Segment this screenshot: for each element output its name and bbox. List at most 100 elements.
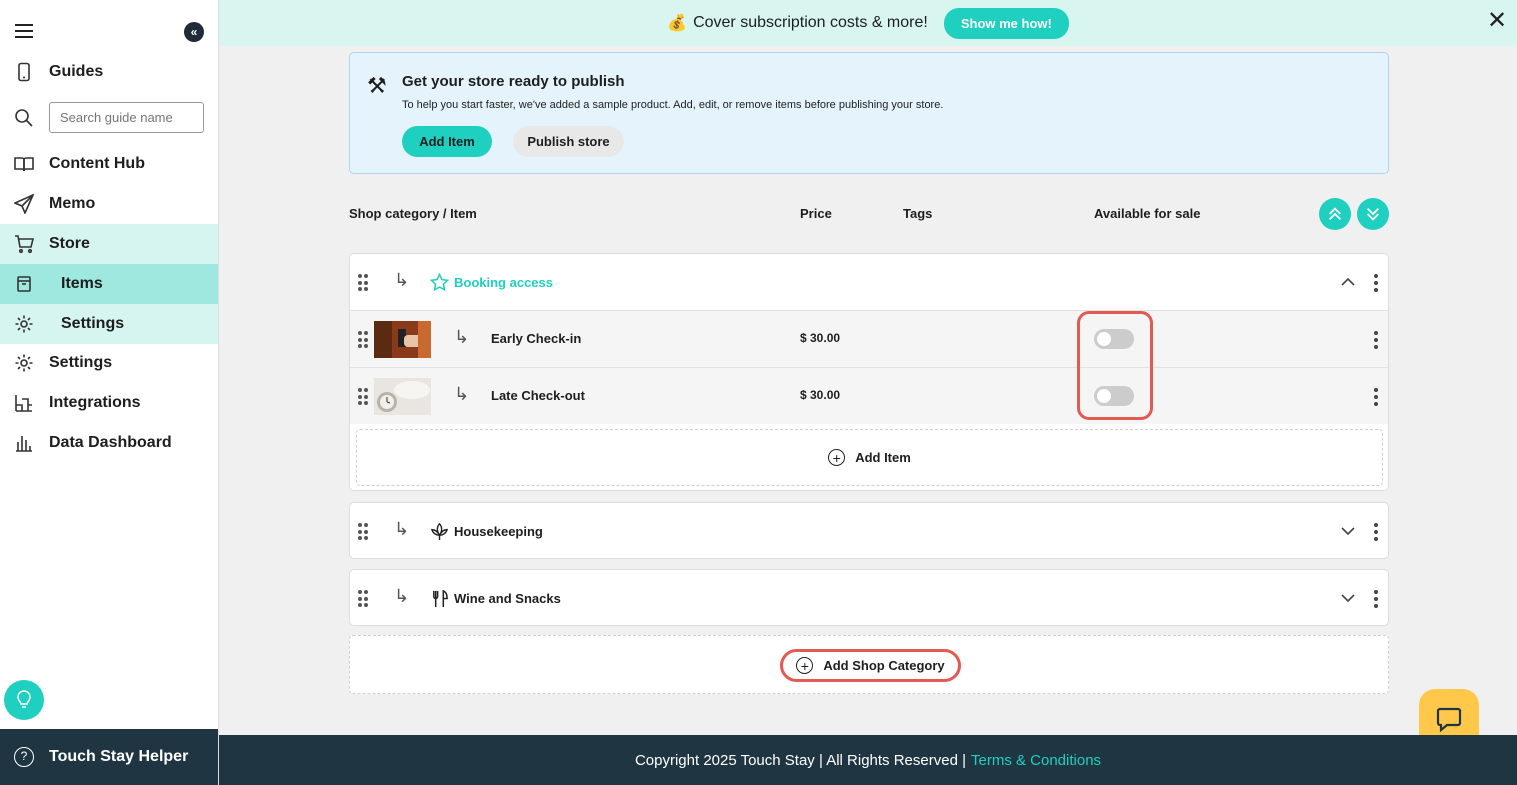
- drag-handle-icon[interactable]: [358, 523, 368, 541]
- gear-icon: [14, 314, 34, 334]
- plus-circle-icon: +: [796, 657, 814, 674]
- expand-all-button[interactable]: [1357, 198, 1389, 230]
- sidebar-item-settings[interactable]: Settings: [0, 343, 218, 383]
- lightbulb-button[interactable]: [4, 680, 44, 720]
- item-price: $ 30.00: [800, 331, 841, 345]
- sidebar-item-label: Settings: [61, 315, 125, 332]
- grid-icon: [14, 393, 34, 413]
- sidebar-item-guides[interactable]: Guides: [0, 52, 218, 92]
- collapse-all-button[interactable]: [1319, 198, 1351, 230]
- banner-text: Cover subscription costs & more!: [693, 14, 928, 31]
- item-thumbnail: [374, 378, 431, 415]
- column-header-category: Shop category / Item: [349, 206, 477, 221]
- show-me-how-button[interactable]: Show me how!: [943, 7, 1069, 39]
- chat-bubble-icon: [1436, 707, 1462, 733]
- sidebar-item-label: Settings: [49, 354, 113, 371]
- tools-icon: ⚒: [367, 73, 387, 98]
- drag-handle-icon[interactable]: [358, 388, 368, 406]
- more-options-icon[interactable]: [1374, 590, 1378, 608]
- chevron-down-icon[interactable]: [1340, 590, 1356, 606]
- add-category-label: Add Shop Category: [823, 658, 945, 673]
- category-name[interactable]: Housekeeping: [454, 524, 543, 539]
- double-chevron-down-icon: [1366, 207, 1380, 221]
- drag-handle-icon[interactable]: [358, 590, 368, 608]
- item-thumbnail: [374, 321, 431, 358]
- table-row: ↳ Late Check-out $ 30.00: [350, 367, 1388, 424]
- subdirectory-arrow-icon: ↳: [454, 384, 470, 404]
- terms-link[interactable]: Terms & Conditions: [971, 752, 1101, 769]
- sidebar-item-memo[interactable]: Memo: [0, 184, 218, 224]
- column-header-tags: Tags: [903, 206, 933, 221]
- book-icon: [14, 154, 34, 174]
- subdirectory-arrow-icon: ↳: [394, 519, 410, 539]
- plus-circle-icon: +: [828, 449, 846, 466]
- add-shop-category-button[interactable]: + Add Shop Category: [780, 649, 961, 682]
- drag-handle-icon[interactable]: [358, 331, 368, 349]
- add-item-row-button[interactable]: + Add Item: [356, 429, 1383, 486]
- publish-info-box: ⚒ Get your store ready to publish To hel…: [349, 52, 1389, 174]
- phone-icon: [14, 62, 34, 82]
- search-guide-input[interactable]: [49, 102, 204, 133]
- hamburger-menu-icon[interactable]: [15, 24, 33, 38]
- footer: Copyright 2025 Touch Stay | All Rights R…: [219, 735, 1517, 785]
- add-shop-category-row: + Add Shop Category: [349, 635, 1389, 694]
- table-row: ↳ Early Check-in $ 30.00: [350, 310, 1388, 367]
- help-icon: ?: [14, 747, 34, 767]
- sidebar-item-label: Integrations: [49, 394, 141, 411]
- star-icon: [430, 273, 449, 292]
- lotus-icon: [430, 522, 449, 541]
- cart-icon: [14, 234, 34, 254]
- sidebar-item-label: Memo: [49, 195, 96, 212]
- sidebar-item-content-hub[interactable]: Content Hub: [0, 144, 218, 184]
- column-header-available: Available for sale: [1094, 206, 1201, 221]
- subdirectory-arrow-icon: ↳: [454, 327, 470, 347]
- item-name[interactable]: Early Check-in: [491, 331, 581, 346]
- archive-icon: [14, 274, 34, 294]
- category-card: ↳ Wine and Snacks: [349, 569, 1389, 626]
- subdirectory-arrow-icon: ↳: [394, 586, 410, 606]
- sidebar-item-label: Store: [49, 235, 90, 252]
- more-options-icon[interactable]: [1374, 523, 1378, 541]
- info-description: To help you start faster, we've added a …: [402, 99, 944, 111]
- more-options-icon[interactable]: [1374, 331, 1378, 349]
- more-options-icon[interactable]: [1374, 388, 1378, 406]
- sidebar: « Guides Content Hub Memo Store Items Se…: [0, 0, 219, 785]
- close-icon[interactable]: ✕: [1487, 9, 1507, 33]
- bar-chart-icon: [14, 433, 34, 453]
- category-name[interactable]: Booking access: [454, 275, 553, 290]
- sidebar-item-label: Content Hub: [49, 155, 145, 172]
- copyright-text: Copyright 2025 Touch Stay | All Rights R…: [634, 751, 966, 769]
- drag-handle-icon[interactable]: [358, 274, 368, 292]
- promo-banner: 💰 Cover subscription costs & more! Show …: [219, 0, 1517, 46]
- utensils-icon: [433, 589, 448, 608]
- helper-label: Touch Stay Helper: [49, 748, 189, 765]
- lightbulb-icon: [17, 690, 31, 708]
- sidebar-item-store[interactable]: Store: [0, 224, 218, 264]
- info-title: Get your store ready to publish: [402, 73, 625, 90]
- sidebar-item-data-dashboard[interactable]: Data Dashboard: [0, 423, 218, 463]
- money-bag-icon: 💰: [667, 15, 688, 32]
- chevron-down-icon[interactable]: [1340, 523, 1356, 539]
- touch-stay-helper-button[interactable]: ? Touch Stay Helper: [0, 729, 218, 785]
- item-price: $ 30.00: [800, 388, 841, 402]
- category-card: ↳ Housekeeping: [349, 502, 1389, 559]
- publish-store-button[interactable]: Publish store: [513, 126, 624, 157]
- sidebar-item-label: Items: [61, 275, 103, 292]
- column-header-price: Price: [800, 206, 832, 221]
- sidebar-item-integrations[interactable]: Integrations: [0, 383, 218, 423]
- more-options-icon[interactable]: [1374, 274, 1378, 292]
- toggle-highlight: [1077, 311, 1153, 420]
- chevron-up-icon[interactable]: [1340, 274, 1356, 290]
- sidebar-item-store-settings[interactable]: Settings: [0, 304, 218, 344]
- category-name[interactable]: Wine and Snacks: [454, 591, 561, 606]
- sidebar-item-label: Guides: [49, 63, 104, 80]
- subdirectory-arrow-icon: ↳: [394, 270, 410, 290]
- add-item-button[interactable]: Add Item: [402, 126, 492, 157]
- search-icon: [14, 108, 34, 128]
- sidebar-item-items[interactable]: Items: [0, 264, 218, 304]
- category-card: ↳ Booking access ↳ Early Check-in $ 30.0…: [349, 253, 1389, 491]
- double-chevron-up-icon: [1328, 207, 1342, 221]
- item-name[interactable]: Late Check-out: [491, 388, 585, 403]
- gear-icon: [14, 353, 34, 373]
- collapse-sidebar-button[interactable]: «: [184, 22, 204, 42]
